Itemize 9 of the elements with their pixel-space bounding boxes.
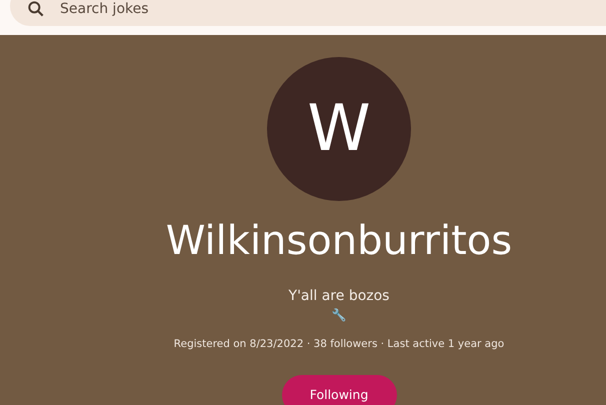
bio: Y'all are bozos xyxy=(288,287,390,305)
search-icon xyxy=(26,0,46,19)
search-placeholder: Search jokes xyxy=(60,0,149,18)
search-field[interactable]: Search jokes xyxy=(10,0,606,26)
avatar: W xyxy=(267,57,411,201)
wrench-emoji: 🔧 xyxy=(332,307,346,323)
following-button[interactable]: Following xyxy=(282,375,396,405)
username: Wilkinsonburritos xyxy=(166,217,512,266)
profile-meta: Registered on 8/23/2022 · 38 followers · Last active 1 year ago xyxy=(174,337,504,351)
